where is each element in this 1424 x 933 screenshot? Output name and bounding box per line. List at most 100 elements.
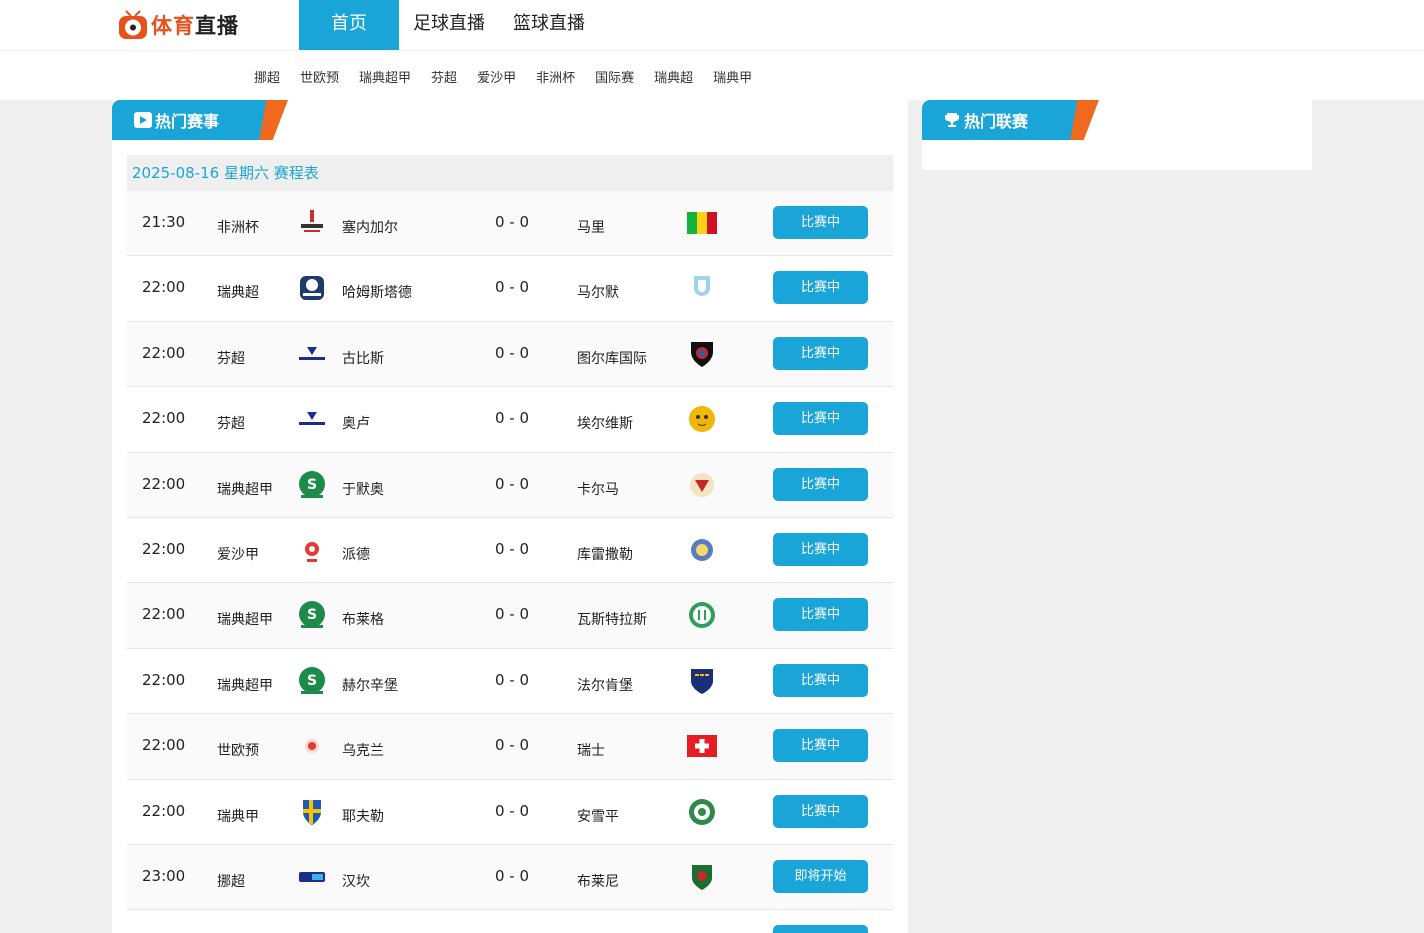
match-time: 21:30	[142, 213, 186, 231]
league-subnav: 挪超 世欧预 瑞典超甲 芬超 爱沙甲 非洲杯 国际赛 瑞典超 瑞典甲	[0, 50, 1424, 100]
match-status-button[interactable]: 比赛中	[773, 729, 868, 763]
tab-decoration	[254, 100, 288, 140]
match-row[interactable]: 22:00 瑞典超 哈姆斯塔德 0 - 0 马尔默 比赛中	[127, 256, 893, 322]
hot-matches-title: 热门赛事	[155, 112, 220, 131]
match-status-button[interactable]: 比赛中	[773, 402, 868, 436]
match-status-button[interactable]: 比赛中	[773, 271, 868, 305]
match-league[interactable]: 世欧预	[217, 740, 259, 760]
match-status-button[interactable]: 比赛中	[773, 532, 868, 566]
svg-text:S: S	[307, 607, 317, 623]
superettan-icon: S	[297, 470, 327, 500]
match-status-button[interactable]: 比赛中	[773, 663, 868, 697]
svg-text:S: S	[307, 477, 317, 493]
away-team-name: 布莱尼	[577, 873, 619, 890]
home-team-name: 赫尔辛堡	[342, 677, 398, 694]
match-league[interactable]: 瑞典超甲	[217, 479, 273, 499]
match-row[interactable]: 23:00 挪超 汉坎 0 - 0 布莱尼 即将开始	[127, 844, 893, 911]
away-team-name: 瑞士	[577, 743, 605, 760]
match-time: 22:00	[142, 736, 186, 755]
match-score: 0 - 0	[495, 213, 530, 231]
subnav-item[interactable]: 挪超	[254, 67, 280, 86]
match-status-button[interactable]: 比赛中	[773, 794, 868, 828]
subnav-item[interactable]: 世欧预	[300, 67, 339, 86]
match-row[interactable]: 22:00 瑞典超甲 S 于默奥 0 - 0 卡尔马 比赛中	[127, 452, 893, 518]
match-time: 23:00	[142, 866, 186, 885]
match-time: 22:00	[142, 474, 186, 493]
match-row[interactable]: 22:00 爱沙甲 派德 0 - 0 库雷撒勒 比赛中	[127, 517, 893, 584]
nav-basketball[interactable]: 篮球直播	[499, 0, 599, 50]
match-league[interactable]: 芬超	[217, 413, 245, 433]
match-league[interactable]: 非洲杯	[217, 217, 259, 237]
away-team-icon	[687, 927, 717, 933]
site-logo[interactable]: 体育直播	[117, 7, 239, 43]
match-time: 22:00	[142, 539, 186, 558]
match-row[interactable]: 22:00 瑞典甲 耶夫勒 0 - 0 安雪平 比赛中	[127, 779, 893, 845]
hot-leagues-tab: 热门联赛	[922, 100, 1099, 140]
match-status-button[interactable]: 比赛中	[773, 598, 868, 632]
match-time: 22:00	[142, 409, 186, 428]
home-team-name: 布莱格	[342, 612, 384, 629]
match-status-button[interactable]: 即将开始	[773, 859, 868, 893]
match-row[interactable]: 22:00 世欧预 乌克兰 0 - 0 瑞士 比赛中	[127, 714, 893, 780]
match-time: 22:00	[142, 670, 186, 689]
eliteserien-icon	[297, 862, 327, 892]
nav-football[interactable]: 足球直播	[399, 0, 499, 50]
subnav-item[interactable]: 国际赛	[595, 67, 634, 86]
home-team-name: 奥卢	[342, 416, 370, 433]
match-row[interactable]: 21:30 非洲杯 塞内加尔 0 - 0 马里 比赛中	[127, 191, 893, 257]
match-league[interactable]: 挪超	[217, 871, 245, 891]
brand-name: 体育直播	[151, 14, 239, 38]
match-score: 0 - 0	[495, 605, 530, 624]
subnav-item[interactable]: 非洲杯	[536, 67, 575, 86]
inter-turku-crest-icon	[687, 339, 717, 369]
home-team-name: 派德	[342, 546, 370, 563]
home-team-name: 乌克兰	[342, 743, 384, 760]
match-status-button[interactable]	[773, 925, 868, 933]
subnav-item[interactable]: 瑞典超	[654, 67, 693, 86]
veikkausliiga-icon	[297, 339, 327, 369]
hot-matches-panel: 热门赛事 2025-08-16 星期六 赛程表 21:30 非洲杯 塞内加尔 0 - …	[112, 100, 908, 933]
match-score: 0 - 0	[495, 474, 530, 493]
superettan-icon: S	[297, 666, 327, 696]
match-league[interactable]: 爱沙甲	[217, 544, 259, 564]
match-score: 0 - 0	[495, 866, 530, 885]
match-league[interactable]: 瑞典超甲	[217, 675, 273, 695]
home-team-name: 哈姆斯塔德	[342, 285, 412, 302]
match-status-button[interactable]: 比赛中	[773, 467, 868, 501]
subnav-item[interactable]: 瑞典甲	[713, 67, 752, 86]
subnav-item[interactable]: 瑞典超甲	[359, 67, 411, 86]
match-time: 22:00	[142, 801, 186, 820]
match-league[interactable]: 瑞典超甲	[217, 609, 273, 629]
match-score: 0 - 0	[495, 801, 530, 820]
tab-decoration	[1065, 100, 1099, 140]
ukraine-crest-icon	[297, 731, 327, 761]
match-row[interactable]: 22:00 瑞典超甲 S 布莱格 0 - 0 瓦斯特拉斯 比赛中	[127, 583, 893, 649]
mali-flag-icon	[687, 208, 717, 238]
nav-home[interactable]: 首页	[299, 0, 399, 50]
kuressaare-crest-icon	[687, 535, 717, 565]
match-row[interactable]: 22:00 芬超 奥卢 0 - 0 埃尔维斯 比赛中	[127, 387, 893, 453]
hot-leagues-panel: 热门联赛	[922, 100, 1312, 170]
linkoping-crest-icon	[687, 797, 717, 827]
subnav-item[interactable]: 爱沙甲	[477, 67, 516, 86]
match-time: 22:00	[142, 605, 186, 624]
main-nav: 首页 足球直播 篮球直播	[299, 0, 599, 50]
match-status-button[interactable]: 比赛中	[773, 206, 868, 239]
match-row[interactable]: 22:00 瑞典超甲 S 赫尔辛堡 0 - 0 法尔肯堡 比赛中	[127, 648, 893, 715]
match-league[interactable]: 瑞典甲	[217, 806, 259, 826]
match-league[interactable]: 芬超	[217, 348, 245, 368]
subnav-item[interactable]: 芬超	[431, 67, 457, 86]
superettan-icon: S	[297, 600, 327, 630]
match-league[interactable]: 瑞典超	[217, 282, 259, 302]
bryne-crest-icon	[687, 862, 717, 892]
away-team-name: 卡尔马	[577, 481, 619, 498]
match-time: 22:00	[142, 343, 186, 362]
away-team-name: 库雷撒勒	[577, 546, 633, 563]
match-row[interactable]	[127, 910, 893, 933]
chan-trophy-icon	[297, 208, 327, 238]
site-header: 体育直播 首页 足球直播 篮球直播	[0, 0, 1424, 50]
match-row[interactable]: 22:00 芬超 古比斯 0 - 0 图尔库国际 比赛中	[127, 321, 893, 388]
match-score: 0 - 0	[495, 409, 530, 428]
match-status-button[interactable]: 比赛中	[773, 336, 868, 370]
match-score: 0 - 0	[495, 278, 530, 297]
